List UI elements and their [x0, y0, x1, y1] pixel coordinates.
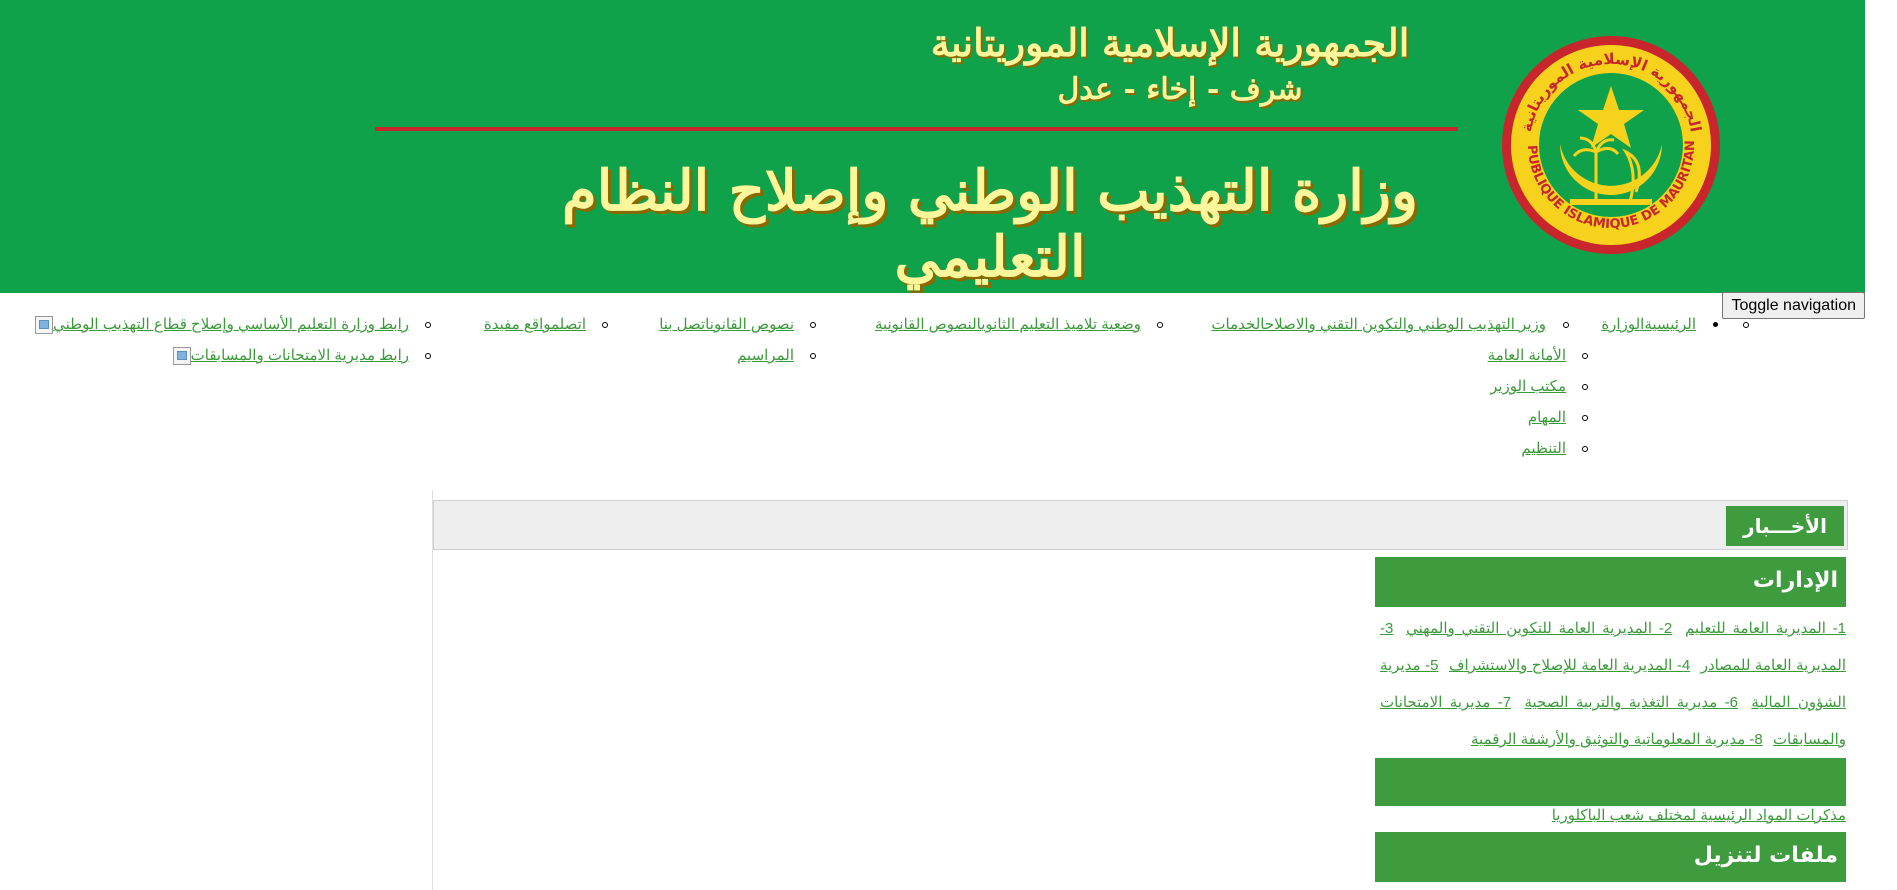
nav-ministry-link-item: رابط وزارة التعليم الأساسي وإصلاح قطاع ا… [31, 314, 431, 336]
admin-link-4[interactable]: 4- المديرية العامة للإصلاح والاستشراف [1449, 657, 1690, 674]
ministry-title: وزارة التهذيب الوطني وإصلاح النظام التعل… [562, 158, 1418, 290]
nav-status-link[interactable]: وضعية تلاميذ التعليم الثانوي [981, 316, 1141, 333]
nav-exams-link-item: رابط مديرية الامتحانات والمسابقات [169, 345, 432, 367]
main-navigation: الرئيسيةالوزارة الأمانة العامة مكتب الوز… [0, 314, 1897, 474]
downloads-header: ملفات لتنزيل [1375, 832, 1846, 882]
nav-exams-external-label: رابط مديرية الامتحانات والمسابقات [190, 347, 409, 364]
nav-decrees-link[interactable]: المراسيم [737, 347, 794, 364]
nav-exams-external-link[interactable]: رابط مديرية الامتحانات والمسابقات [169, 347, 409, 366]
nav-sub-minister-office-link[interactable]: مكتب الوزير [1490, 378, 1566, 395]
broken-image-icon [172, 347, 191, 366]
news-title: الأخـــبار [1726, 506, 1844, 546]
nav-ministry-external-label: رابط وزارة التعليم الأساسي وإصلاح قطاع ا… [53, 316, 409, 333]
nav-sub-organization-link[interactable]: التنظيم [1521, 440, 1566, 457]
nav-sub-secretariat: الأمانة العامة [1488, 345, 1589, 367]
national-seal-icon: الجمهورية الإسلامية الموريتانية REPUBLIQ… [1500, 34, 1720, 254]
nav-sub-missions-link[interactable]: المهام [1528, 409, 1566, 426]
national-motto: شرف - إخاء - عدل [1057, 72, 1303, 107]
admin-link-6[interactable]: 6- مديرية التغذية والتربية الصحية [1524, 694, 1738, 711]
nav-useful-sites-link[interactable]: مواقع مفيدة [484, 316, 560, 333]
nav-sub-missions: المهام [1528, 407, 1589, 429]
admin-link-2[interactable]: 2- المديرية العامة للتكوين التقني والمهن… [1406, 620, 1672, 637]
nav-laws: نصوص القانوناتصل بنا [659, 314, 816, 336]
nav-ministry-external-link[interactable]: رابط وزارة التعليم الأساسي وإصلاح قطاع ا… [31, 316, 409, 335]
nav-sub-organization: التنظيم [1521, 438, 1588, 460]
republic-title: الجمهورية الإسلامية الموريتانية [930, 20, 1410, 65]
broken-image-icon [35, 316, 54, 335]
nav-home-link[interactable]: الرئيسية [1644, 316, 1696, 333]
nav-services-link[interactable]: الخدمات [1211, 316, 1264, 333]
memos-header [1375, 758, 1846, 806]
nav-decrees: المراسيم [737, 345, 816, 367]
nav-home-item: الرئيسيةالوزارة [1601, 314, 1718, 336]
banner-divider [375, 127, 1458, 131]
header-banner: الجمهورية الإسلامية الموريتانية شرف - إخ… [0, 0, 1865, 293]
baccalaureate-memos-link[interactable]: مذكرات المواد الرئيسية لمختلف شعب الباكل… [1552, 806, 1846, 824]
nav-ministry-link[interactable]: الوزارة [1601, 316, 1644, 333]
admin-link-1[interactable]: 1- المديرية العامة للتعليم [1685, 620, 1846, 637]
nav-minister: وزير التهذيب الوطني والتكوين التقني والا… [1211, 314, 1546, 336]
nav-legal-texts-link[interactable]: النصوص القانونية [875, 316, 981, 333]
nav-sub-minister-office: مكتب الوزير [1490, 376, 1588, 398]
administrations-list: 1- المديرية العامة للتعليم 2- المديرية ا… [1380, 610, 1846, 758]
nav-sub-secretariat-link[interactable]: الأمانة العامة [1488, 347, 1566, 364]
nav-laws-link[interactable]: نصوص القانون [710, 316, 794, 333]
nav-contact-link[interactable]: اتصل بنا [659, 316, 710, 333]
nav-minister-link[interactable]: وزير التهذيب الوطني والتكوين التقني والا… [1265, 316, 1546, 333]
administrations-header: الإدارات [1375, 557, 1846, 607]
news-bar: الأخـــبار [433, 500, 1848, 550]
nav-status: وضعية تلاميذ التعليم الثانويالنصوص القان… [875, 314, 1164, 336]
admin-link-8[interactable]: 8- مديرية المعلوماتية والتوثيق والأرشفة … [1471, 731, 1763, 748]
nav-contact2: اتصلمواقع مفيدة [484, 314, 609, 336]
nav-contact2-link[interactable]: اتصل [560, 316, 586, 333]
